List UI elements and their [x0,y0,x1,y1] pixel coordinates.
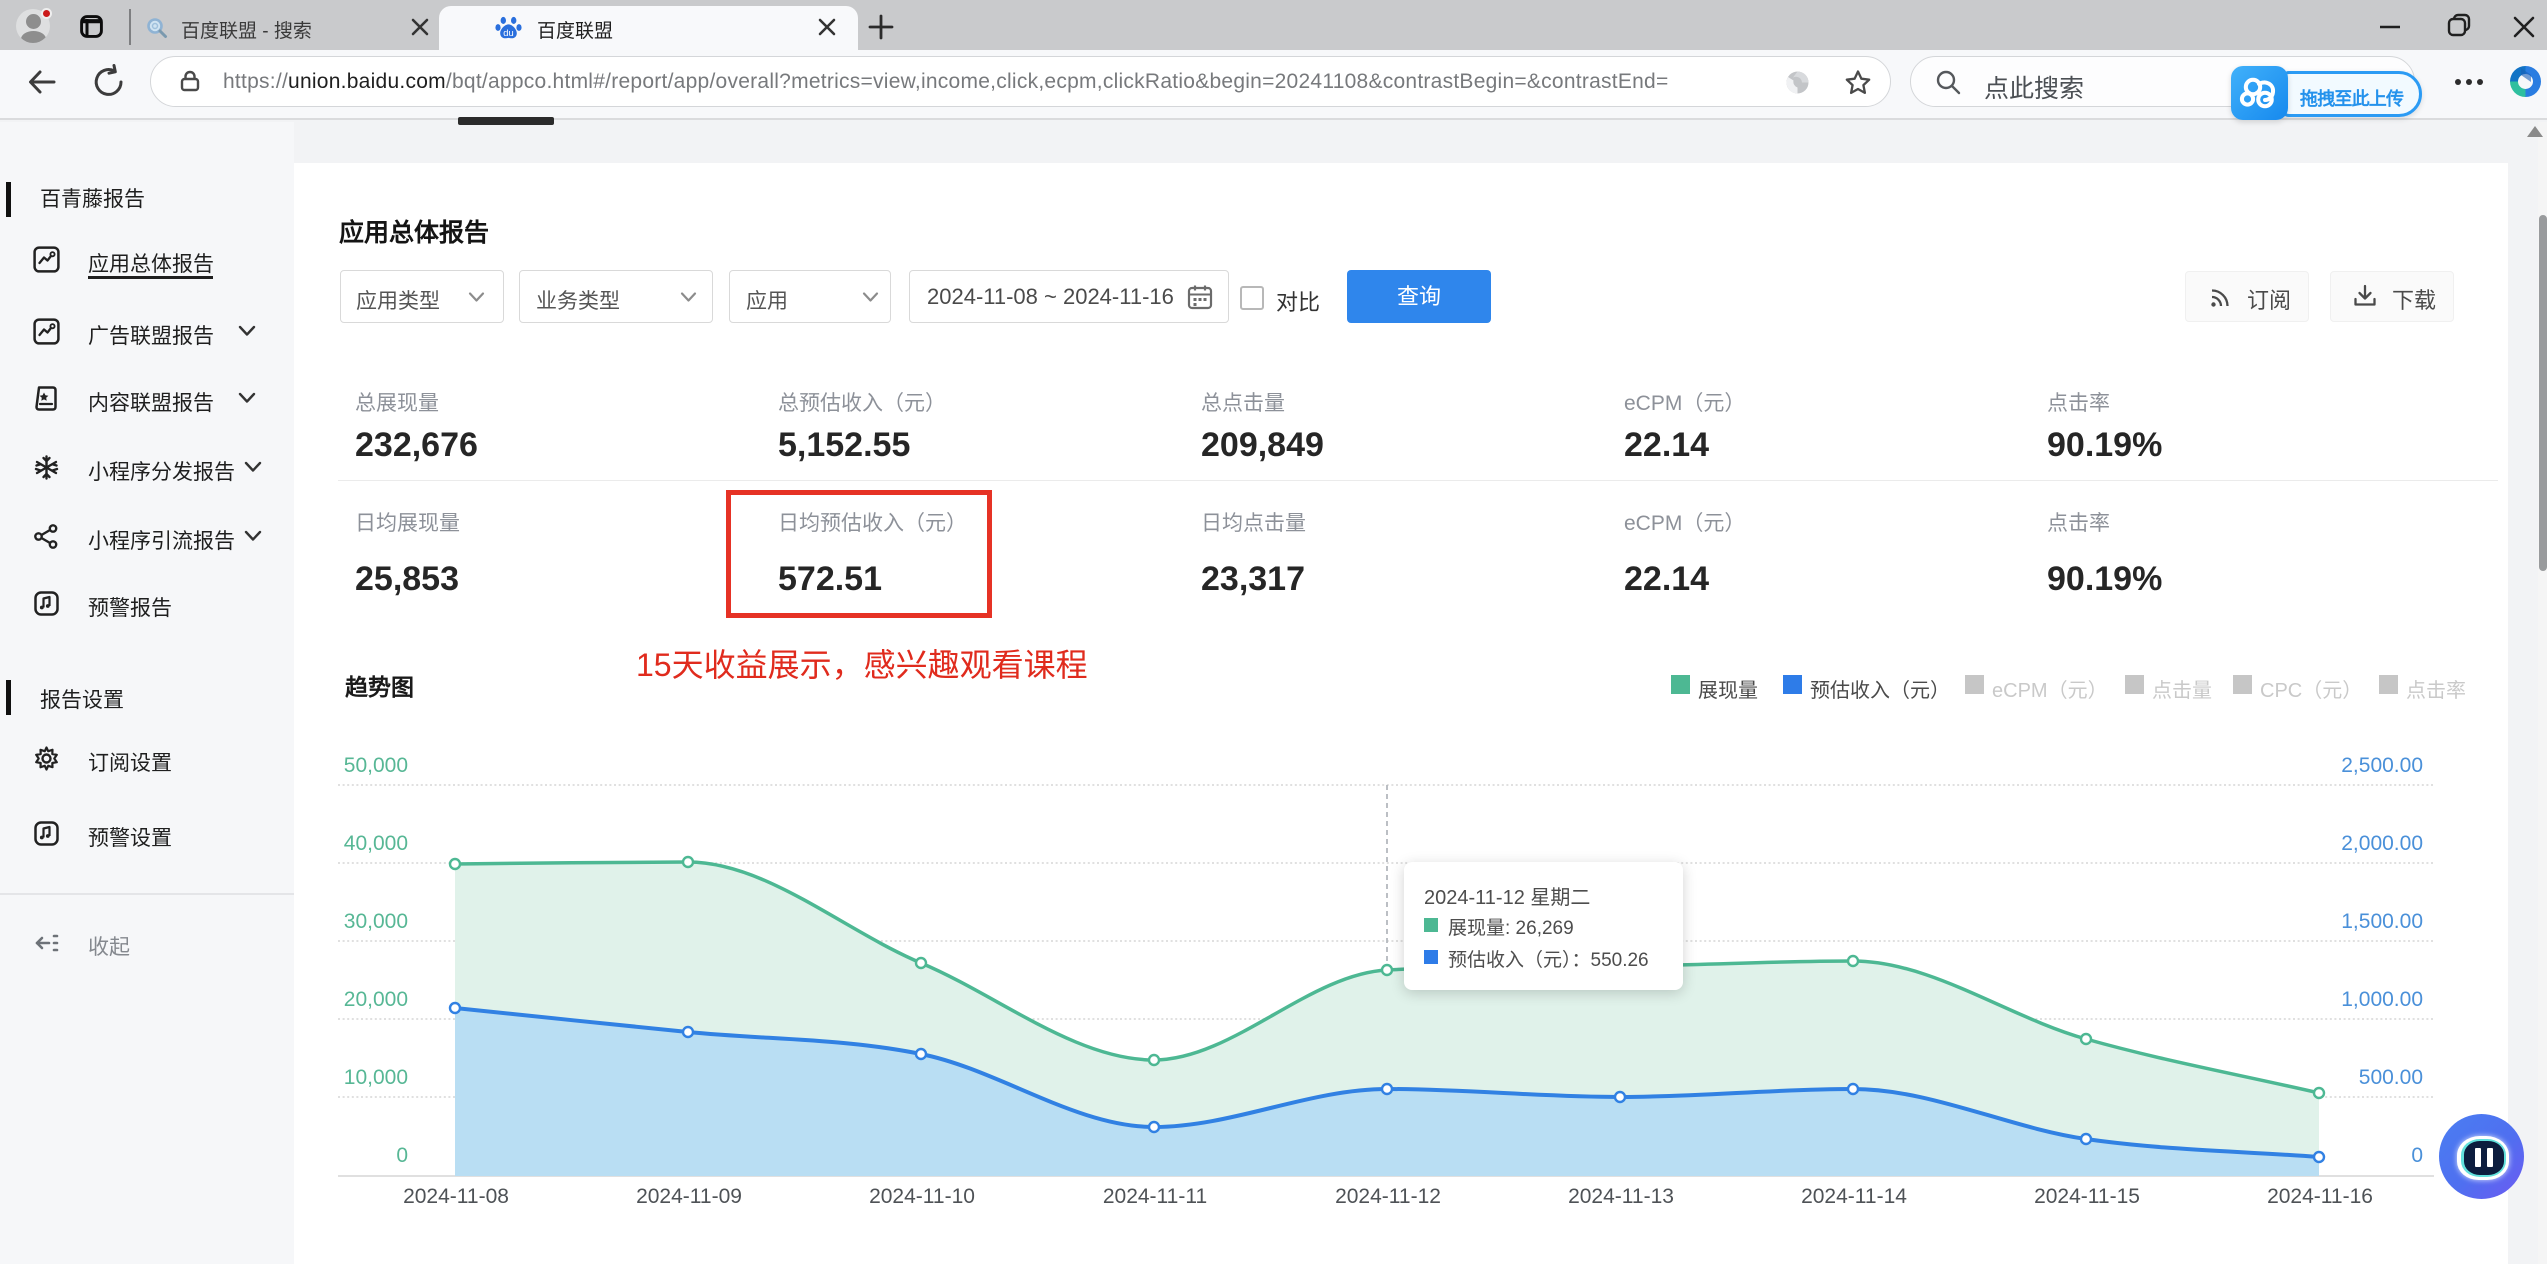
svg-text:0: 0 [396,1144,408,1167]
svg-text:2,000.00: 2,000.00 [2341,832,2423,855]
svg-text:2024-11-10: 2024-11-10 [869,1185,975,1208]
svg-text:0: 0 [2411,1144,2423,1167]
svg-text:10,000: 10,000 [344,1066,408,1089]
svg-text:2024-11-09: 2024-11-09 [636,1185,742,1208]
svg-text:2024-11-13: 2024-11-13 [1568,1185,1674,1208]
svg-text:2024-11-14: 2024-11-14 [1801,1185,1907,1208]
svg-text:2024-11-12: 2024-11-12 [1335,1185,1441,1208]
svg-text:1,000.00: 1,000.00 [2341,988,2423,1011]
svg-text:2024-11-11: 2024-11-11 [1103,1185,1207,1208]
svg-text:du: du [503,28,513,38]
svg-text:1,500.00: 1,500.00 [2341,910,2423,933]
svg-text:30,000: 30,000 [344,910,408,933]
svg-text:2024-11-15: 2024-11-15 [2034,1185,2140,1208]
svg-text:2024-11-16: 2024-11-16 [2267,1185,2373,1208]
svg-text:2024-11-08: 2024-11-08 [403,1185,509,1208]
svg-text:50,000: 50,000 [344,754,408,777]
svg-text:20,000: 20,000 [344,988,408,1011]
svg-text:2,500.00: 2,500.00 [2341,754,2423,777]
svg-text:500.00: 500.00 [2359,1066,2423,1089]
svg-text:40,000: 40,000 [344,832,408,855]
